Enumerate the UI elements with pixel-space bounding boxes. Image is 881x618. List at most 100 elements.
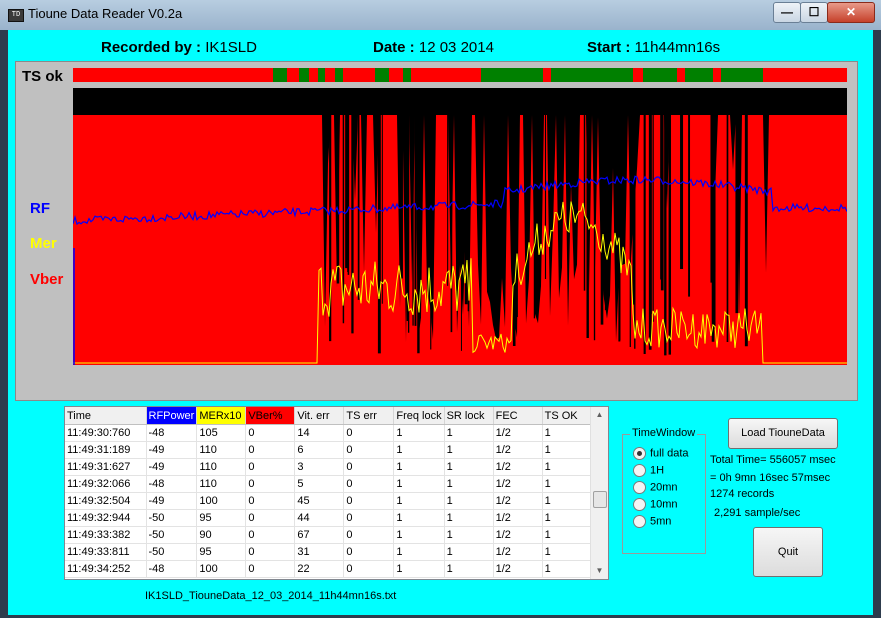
table-cell: 110	[196, 458, 247, 476]
time-window-option-label: 5mn	[650, 515, 672, 528]
table-cell: 0	[245, 475, 296, 493]
table-cell: 1	[542, 458, 592, 476]
column-header[interactable]: RFPower	[146, 407, 198, 425]
column-header[interactable]: Vit. err	[294, 407, 345, 425]
table-cell: 0	[343, 458, 395, 476]
time-window-option-label: 10mn	[650, 498, 678, 511]
duration: = 0h 9mn 16sec 57msec	[710, 472, 831, 484]
table-cell: 1	[393, 475, 445, 493]
table-row[interactable]: 11:49:33:811 -50 95 0 31 0 1 1 1/2 1	[65, 543, 592, 561]
radio-button-icon[interactable]	[633, 498, 646, 511]
start-label: Start :	[587, 39, 631, 56]
table-cell: 3	[294, 458, 345, 476]
main-window: Recorded by : IK1SLD Date : 12 03 2014 S…	[8, 30, 873, 615]
table-cell: 0	[343, 560, 395, 578]
table-cell: 1	[444, 458, 494, 476]
table-cell: 1/2	[493, 475, 543, 493]
table-row[interactable]: 11:49:32:944 -50 95 0 44 0 1 1 1/2 1	[65, 509, 592, 527]
table-cell: 1	[444, 526, 494, 544]
scroll-down-icon[interactable]: ▼	[591, 563, 608, 579]
table-cell: 11:49:32:944	[65, 509, 147, 527]
sample-rate: 2,291 sample/sec	[714, 507, 801, 519]
time-window-option[interactable]: 5mn	[633, 515, 671, 529]
time-window-option[interactable]: full data	[633, 447, 689, 461]
load-tiounedata-button[interactable]: Load TiouneData	[728, 418, 838, 449]
table-row[interactable]: 11:49:32:066 -48 110 0 5 0 1 1 1/2 1	[65, 475, 592, 493]
table-cell: 1	[393, 458, 445, 476]
column-header[interactable]: VBer%	[245, 407, 296, 425]
table-cell: 0	[343, 475, 395, 493]
ts-ok-segment	[318, 68, 325, 82]
column-header[interactable]: Time	[65, 407, 147, 425]
table-cell: -50	[146, 526, 198, 544]
date-value: 12 03 2014	[418, 39, 494, 56]
radio-button-icon[interactable]	[633, 464, 646, 477]
table-cell: 11:49:33:811	[65, 543, 147, 561]
radio-button-icon[interactable]	[633, 481, 646, 494]
maximize-button[interactable]: ☐	[800, 2, 828, 23]
table-cell: 0	[245, 543, 296, 561]
ts-ok-segment	[335, 68, 343, 82]
table-cell: 1	[444, 475, 494, 493]
app-icon: TD	[8, 9, 24, 22]
table-cell: 0	[245, 492, 296, 510]
table-cell: 44	[294, 509, 345, 527]
table-cell: 11:49:33:382	[65, 526, 147, 544]
ts-ok-segment	[375, 68, 389, 82]
signal-plot-panel: TS ok RF Mer Vber	[15, 61, 858, 401]
record-count: 1274 records	[710, 488, 775, 500]
column-header[interactable]: TS err	[343, 407, 395, 425]
table-cell: 45	[294, 492, 345, 510]
data-filename: IK1SLD_TiouneData_12_03_2014_11h44mn16s.…	[145, 590, 397, 602]
table-cell: 1/2	[493, 424, 543, 442]
data-table[interactable]: Time RFPower MERx10 VBer% Vit. err TS err Freq…	[64, 406, 609, 580]
table-cell: 1	[393, 509, 445, 527]
column-header[interactable]: SR lock	[444, 407, 494, 425]
close-icon: ✕	[845, 5, 857, 19]
table-cell: 95	[196, 509, 247, 527]
table-cell: 11:49:31:627	[65, 458, 147, 476]
radio-button-icon[interactable]	[633, 515, 646, 528]
table-row[interactable]: 11:49:30:760 -48 105 0 14 0 1 1 1/2 1	[65, 424, 592, 442]
recording-date: Date : 12 03 2014	[373, 39, 494, 56]
column-header[interactable]: FEC	[493, 407, 543, 425]
column-header[interactable]: MERx10	[196, 407, 247, 425]
ts-ok-segment	[643, 68, 677, 82]
time-window-option[interactable]: 20mn	[633, 481, 678, 495]
table-row[interactable]: 11:49:32:504 -49 100 0 45 0 1 1 1/2 1	[65, 492, 592, 510]
table-cell: 0	[343, 441, 395, 459]
minimize-button[interactable]: —	[773, 2, 801, 23]
quit-button[interactable]: Quit	[753, 527, 823, 577]
table-cell: 1	[542, 492, 592, 510]
table-row[interactable]: 11:49:34:252 -48 100 0 22 0 1 1 1/2 1	[65, 560, 592, 578]
table-cell: 31	[294, 543, 345, 561]
table-scrollbar[interactable]: ▲ ▼	[590, 407, 608, 579]
table-row[interactable]: 11:49:31:627 -49 110 0 3 0 1 1 1/2 1	[65, 458, 592, 476]
vber-label: Vber	[30, 271, 64, 288]
table-cell: 1	[542, 509, 592, 527]
table-cell: -48	[146, 424, 198, 442]
table-cell: -49	[146, 441, 198, 459]
radio-button-icon[interactable]	[633, 447, 646, 460]
column-header[interactable]: Freq lock	[393, 407, 445, 425]
ts-ok-label: TS ok	[22, 68, 63, 85]
ts-ok-segment	[403, 68, 411, 82]
recorded-by-label: Recorded by :	[101, 39, 202, 56]
time-window-option[interactable]: 10mn	[633, 498, 678, 512]
scroll-thumb[interactable]	[593, 491, 607, 508]
table-header: Time RFPower MERx10 VBer% Vit. err TS err Freq…	[65, 407, 592, 425]
column-header[interactable]: TS OK	[542, 407, 592, 425]
table-cell: 1	[542, 475, 592, 493]
time-window-option[interactable]: 1H	[633, 464, 664, 478]
table-cell: 1	[444, 560, 494, 578]
close-button[interactable]: ✕	[827, 2, 875, 23]
rf-label: RF	[30, 200, 50, 217]
table-cell: 1/2	[493, 441, 543, 459]
table-cell: 95	[196, 543, 247, 561]
scroll-up-icon[interactable]: ▲	[591, 407, 608, 423]
table-cell: 0	[245, 424, 296, 442]
table-cell: 1/2	[493, 492, 543, 510]
table-cell: 0	[343, 492, 395, 510]
table-row[interactable]: 11:49:33:382 -50 90 0 67 0 1 1 1/2 1	[65, 526, 592, 544]
table-row[interactable]: 11:49:31:189 -49 110 0 6 0 1 1 1/2 1	[65, 441, 592, 459]
